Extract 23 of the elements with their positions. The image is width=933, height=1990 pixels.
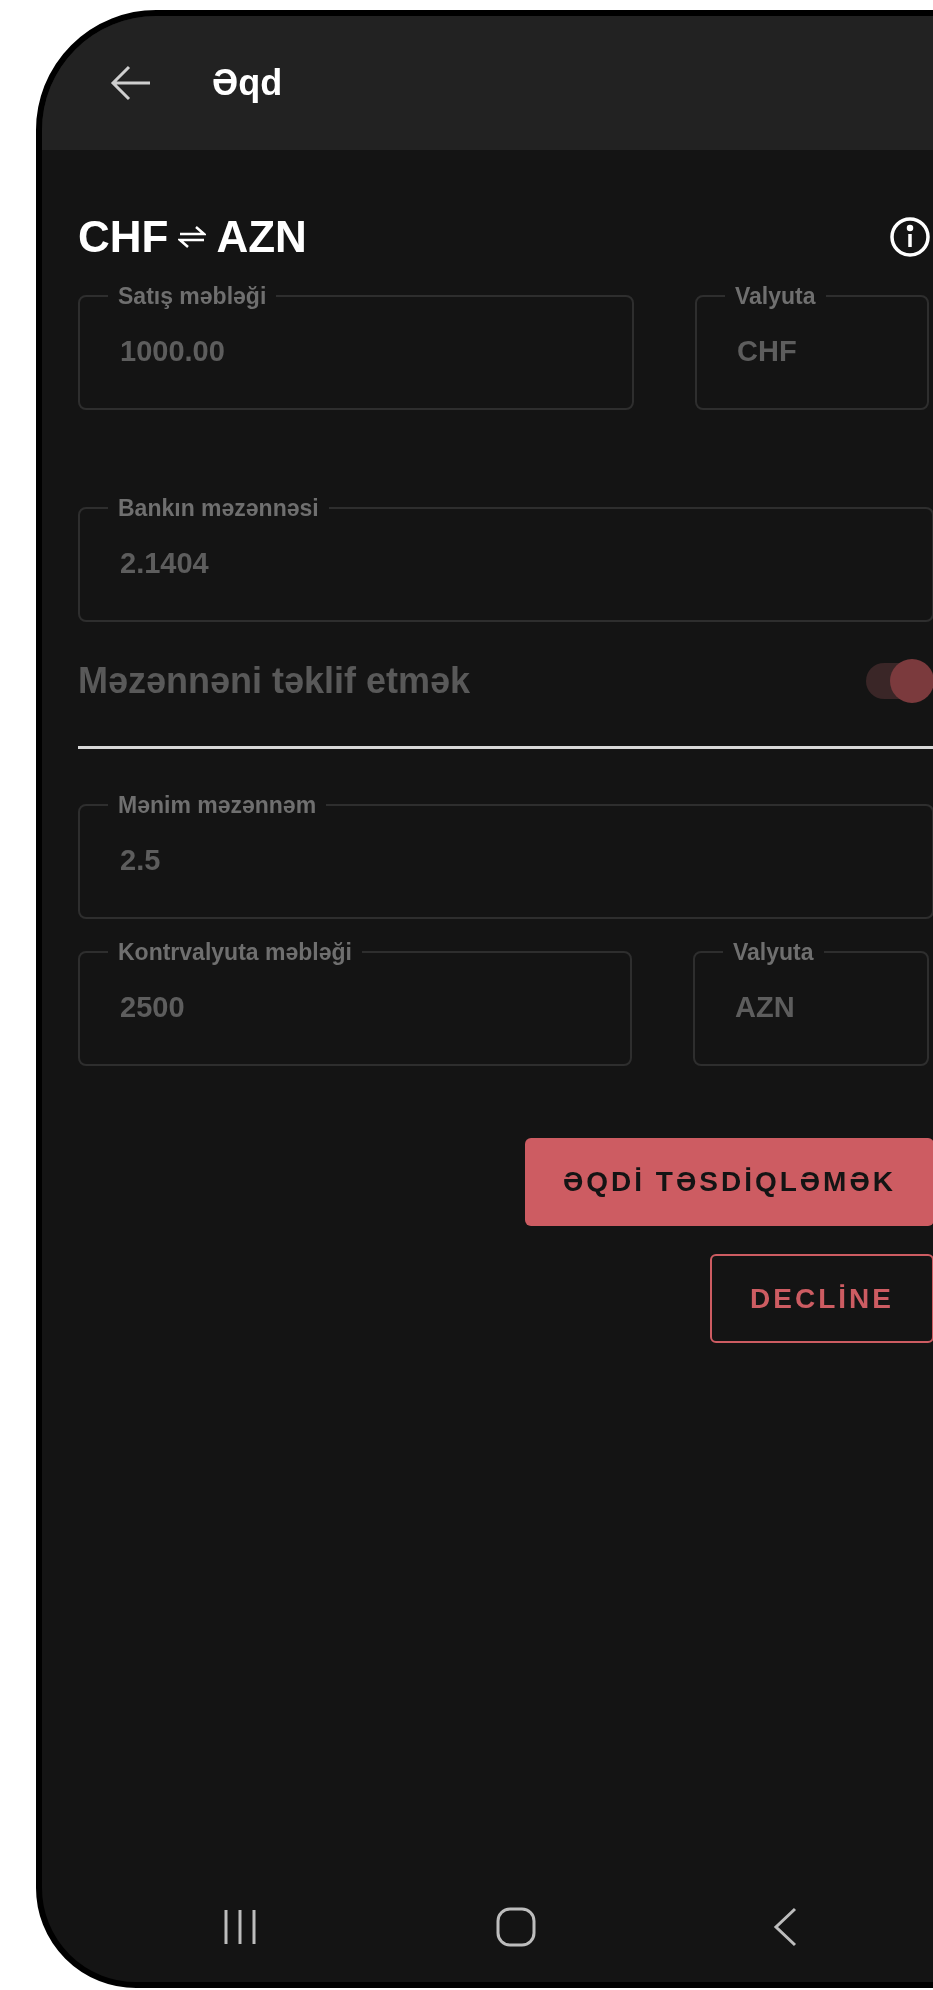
field-value: AZN [735, 990, 795, 1026]
field-label: Satış məbləği [117, 282, 268, 311]
currency-from: CHF [78, 211, 169, 263]
back-icon[interactable] [110, 65, 152, 101]
field-value: CHF [737, 334, 797, 370]
confirm-button[interactable]: ƏQDİ TƏSDİQLƏMƏK [524, 1138, 933, 1226]
field-label: Kontrvalyuta məbləği [117, 938, 353, 967]
field-value: 1000.00 [120, 334, 225, 370]
app-bar-title: Əqd [212, 61, 283, 105]
decline-button[interactable]: DECLİNE [710, 1254, 933, 1343]
toggle-label: Məzənnəni təklif etmək [78, 659, 471, 703]
info-icon[interactable] [889, 216, 931, 258]
back-nav-icon[interactable] [772, 1907, 797, 1947]
field-value: 2.5 [120, 843, 161, 879]
field-label: Bankın məzənnəsi [117, 494, 320, 523]
currency-to: AZN [216, 211, 307, 263]
field-label: Valyuta [734, 282, 817, 311]
home-icon[interactable] [496, 1907, 537, 1947]
field-label: Mənim məzənnəm [117, 791, 318, 820]
exchange-icon [178, 226, 207, 248]
field-value: 2500 [120, 990, 185, 1026]
field-label: Valyuta [732, 938, 815, 967]
field-value: 2.1404 [120, 546, 209, 582]
